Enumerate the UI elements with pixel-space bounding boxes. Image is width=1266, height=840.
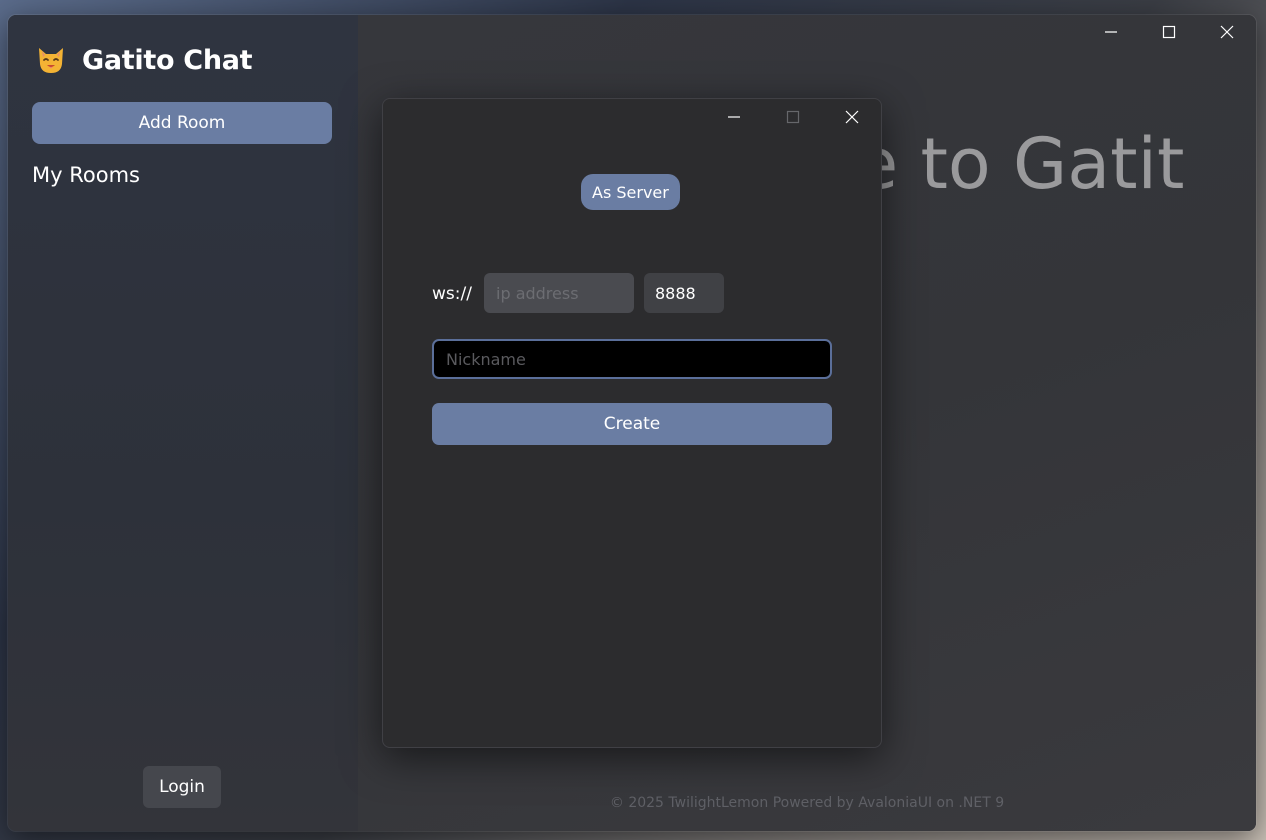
as-server-toggle[interactable]: As Server	[581, 174, 680, 210]
minimize-icon	[1104, 24, 1118, 43]
maximize-icon	[786, 109, 800, 128]
cat-face-icon	[34, 43, 68, 77]
maximize-button[interactable]	[1140, 15, 1198, 51]
window-controls	[1082, 15, 1256, 51]
nickname-input[interactable]	[432, 339, 832, 379]
maximize-icon	[1162, 24, 1176, 43]
protocol-label: ws://	[432, 284, 472, 304]
minimize-button[interactable]	[1082, 15, 1140, 51]
dialog-window-controls	[704, 99, 881, 137]
footer-credits: © 2025 TwilightLemon Powered by Avalonia…	[609, 795, 1005, 811]
create-button[interactable]: Create	[432, 403, 832, 445]
app-title: Gatito Chat	[34, 43, 253, 77]
dialog-close-button[interactable]	[822, 99, 881, 137]
port-input[interactable]	[644, 273, 724, 313]
app-title-text: Gatito Chat	[82, 44, 253, 76]
close-icon	[845, 109, 859, 128]
login-button[interactable]: Login	[143, 766, 221, 808]
dialog-minimize-button[interactable]	[704, 99, 763, 137]
my-rooms-heading: My Rooms	[32, 163, 140, 187]
minimize-icon	[727, 109, 741, 128]
dialog-maximize-button	[763, 99, 822, 137]
ip-address-input[interactable]	[484, 273, 634, 313]
sidebar: Gatito Chat Add Room My Rooms Login	[8, 15, 358, 831]
close-button[interactable]	[1198, 15, 1256, 51]
add-room-dialog: As Server ws:// Create	[382, 98, 882, 748]
add-room-button[interactable]: Add Room	[32, 102, 332, 144]
close-icon	[1220, 24, 1234, 43]
